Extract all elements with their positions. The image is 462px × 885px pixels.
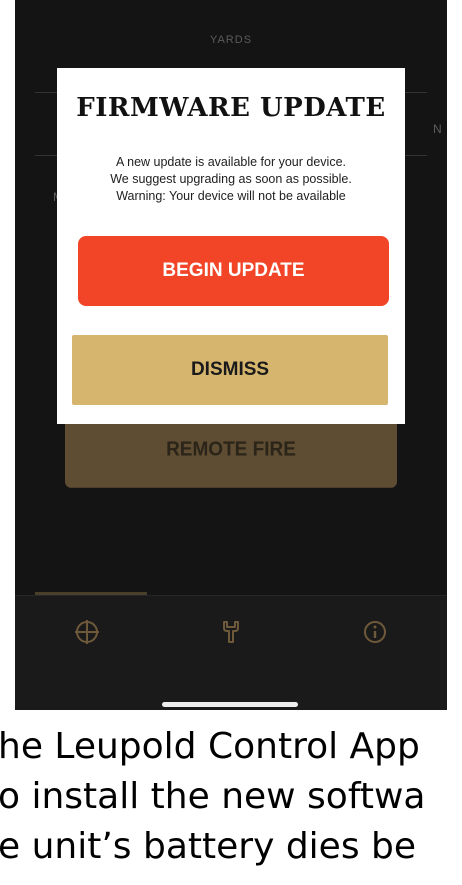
begin-update-button[interactable]: BEGIN UPDATE bbox=[78, 236, 389, 306]
yards-label: YARDS bbox=[209, 34, 253, 46]
phone-screen: YARDS M N REMOTE FIRE bbox=[15, 0, 447, 710]
dismiss-button[interactable]: DISMISS bbox=[72, 335, 388, 405]
caption-line: e unit’s battery dies be bbox=[0, 826, 417, 867]
tab-info[interactable] bbox=[303, 596, 447, 668]
wrench-icon bbox=[217, 618, 245, 646]
caption-text: he Leupold Control App o install the new… bbox=[0, 718, 462, 885]
info-icon bbox=[361, 618, 389, 646]
tab-tools[interactable] bbox=[159, 596, 303, 668]
active-tab-indicator bbox=[35, 592, 147, 595]
home-indicator-area bbox=[15, 667, 447, 710]
firmware-update-dialog: FIRMWARE UPDATE A new update is availabl… bbox=[57, 68, 405, 424]
home-indicator[interactable] bbox=[162, 702, 298, 707]
dialog-message-line: Warning: Your device will not be availab… bbox=[116, 189, 346, 203]
dialog-title: FIRMWARE UPDATE bbox=[76, 93, 386, 123]
background-side-label-right: N bbox=[433, 122, 442, 136]
caption-line: o install the new softwa bbox=[0, 776, 426, 817]
bottom-tab-bar bbox=[15, 592, 447, 668]
dialog-message-line: A new update is available for your devic… bbox=[116, 155, 346, 169]
crosshair-icon bbox=[73, 618, 101, 646]
caption-line: he Leupold Control App bbox=[0, 726, 420, 767]
dialog-message-line: We suggest upgrading as soon as possible… bbox=[110, 172, 352, 186]
dialog-message: A new update is available for your devic… bbox=[65, 154, 397, 205]
tab-rangefinder[interactable] bbox=[15, 596, 159, 668]
